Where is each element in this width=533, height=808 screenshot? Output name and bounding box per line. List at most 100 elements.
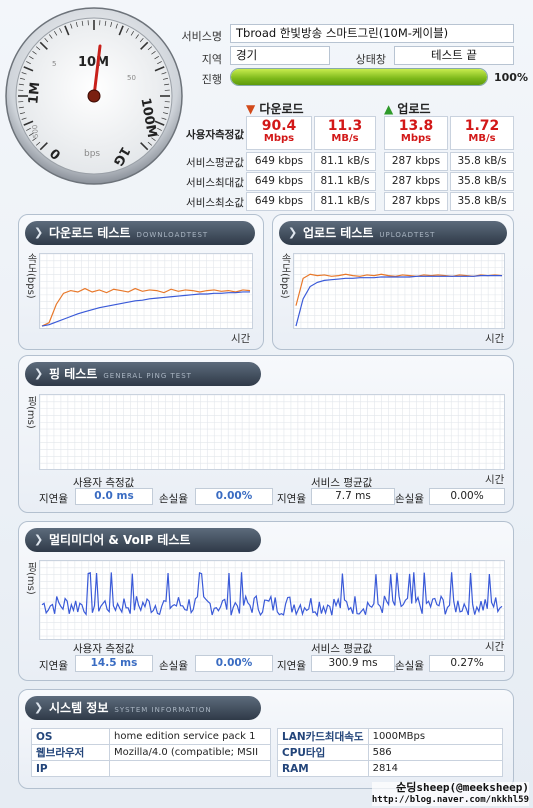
speedometer-gauge: 10M 50 100M 1G 1M 5 500 0 bps <box>5 7 183 185</box>
download-xlabel: 시간 <box>231 333 251 345</box>
avg-ul-kbs: 35.8 kB/s <box>450 152 514 171</box>
chevron-right-icon: ❯ <box>34 367 44 380</box>
user-row-label: 사용자측정값 <box>186 129 244 141</box>
upload-header-label: 업로드 <box>397 102 431 116</box>
upload-test-panel: ❯ 업로드 테스트 UPLOADTEST 속도(bps) 시간 <box>272 214 514 350</box>
cpu-value: 586 <box>367 744 504 761</box>
mm-user-latency-value: 14.5 ms <box>75 655 153 672</box>
upload-ylabel: 속도(bps) <box>279 253 290 299</box>
watermark-line1: 순딩sheep(@meeksheep) <box>371 782 529 794</box>
ip-label: IP <box>31 760 110 777</box>
min-row-label: 서비스최소값 <box>186 197 244 209</box>
user-dl-mbps: 90.4 Mbps <box>246 116 312 150</box>
speed-test-window: 10M 50 100M 1G 1M 5 500 0 bps 서비스명 Tbroa… <box>0 0 533 808</box>
user-ul-mbps-unit: Mbps <box>400 133 432 144</box>
avg-dl-kbs: 81.1 kB/s <box>314 152 376 171</box>
gauge-label-1m: 1M <box>26 81 43 104</box>
progress-percent: 100% <box>494 71 528 84</box>
download-test-title-text: 다운로드 테스트 <box>49 226 131 240</box>
ram-row: RAM 2814 <box>277 760 504 777</box>
ping-test-subtitle: GENERAL PING TEST <box>103 372 192 380</box>
region-label: 지역 <box>201 53 222 66</box>
ping-service-loss-value: 0.00% <box>429 488 505 505</box>
user-ul-mbs-value: 1.72 <box>464 118 500 134</box>
mm-user-header: 사용자 측정값 <box>73 643 135 655</box>
system-info-title-text: 시스템 정보 <box>49 701 109 715</box>
min-ul-kbs: 35.8 kB/s <box>450 192 514 211</box>
multimedia-ylabel: 핑(ms) <box>25 562 36 595</box>
ping-xlabel: 시간 <box>485 474 505 486</box>
browser-label: 웹브라우저 <box>31 744 110 761</box>
cpu-row: CPU타입 586 <box>277 744 504 761</box>
os-row: OS home edition service pack 1 <box>31 728 271 745</box>
service-name-field: Tbroad 한빛방송 스마트그린(10M-케이블) <box>230 24 514 43</box>
status-label: 상태창 <box>355 53 386 66</box>
download-header: ▼ 다운로드 <box>246 100 304 117</box>
ram-value: 2814 <box>367 760 504 777</box>
chevron-right-icon: ❯ <box>34 226 44 239</box>
upload-test-subtitle: UPLOADTEST <box>379 231 436 239</box>
system-info-panel: ❯ 시스템 정보 SYSTEM INFORMATION OS home edition… <box>18 689 514 789</box>
status-field: 테스트 끝 <box>394 46 514 65</box>
download-ylabel: 속도(bps) <box>25 253 36 299</box>
gauge-label-50: 50 <box>127 74 136 82</box>
user-dl-mbs: 11.3 MB/s <box>314 116 376 150</box>
download-arrow-icon: ▼ <box>246 102 256 116</box>
lan-label: LAN카드최대속도 <box>277 728 369 745</box>
mm-service-latency-value: 300.9 ms <box>311 655 395 672</box>
ip-row: IP <box>31 760 271 777</box>
service-name-label: 서비스명 <box>181 30 222 43</box>
gauge-hub <box>87 89 101 103</box>
ping-test-title: ❯ 핑 테스트 GENERAL PING TEST <box>25 362 261 386</box>
max-ul-kbps: 287 kbps <box>384 172 448 191</box>
avg-dl-kbps: 649 kbps <box>246 152 312 171</box>
user-dl-mbs-value: 11.3 <box>327 118 363 134</box>
ping-test-panel: ❯ 핑 테스트 GENERAL PING TEST 핑(ms) 시간 사용자 측정값… <box>18 355 514 513</box>
max-dl-kbs: 81.1 kB/s <box>314 172 376 191</box>
os-value: home edition service pack 1 <box>109 728 271 745</box>
mm-service-latency-label: 지연율 <box>277 660 306 672</box>
user-dl-mbps-unit: Mbps <box>263 133 295 144</box>
ping-chart <box>39 394 505 470</box>
gauge-label-500: 500 <box>31 124 40 138</box>
multimedia-voip-title-text: 멀티미디어 & VoIP 테스트 <box>49 533 191 547</box>
ping-test-title-text: 핑 테스트 <box>49 367 98 381</box>
gauge-label-10m: 10M <box>78 55 109 70</box>
mm-user-loss-value: 0.00% <box>195 655 273 672</box>
os-label: OS <box>31 728 110 745</box>
upload-arrow-icon: ▲ <box>384 102 394 116</box>
multimedia-voip-panel: ❯ 멀티미디어 & VoIP 테스트 핑(ms) 시간 사용자 측정값 서비스 평… <box>18 521 514 681</box>
upload-test-title-text: 업로드 테스트 <box>303 226 374 240</box>
browser-row: 웹브라우저 Mozilla/4.0 (compatible; MSII <box>31 744 271 761</box>
mm-user-loss-label: 손실율 <box>159 660 188 672</box>
download-test-title: ❯ 다운로드 테스트 DOWNLOADTEST <box>25 221 255 245</box>
download-average-line <box>41 291 251 327</box>
upload-chart <box>293 253 505 329</box>
download-test-subtitle: DOWNLOADTEST <box>136 231 209 239</box>
upload-average-line <box>295 275 503 327</box>
chevron-right-icon: ❯ <box>34 533 44 546</box>
progress-fill <box>231 69 487 85</box>
max-dl-kbps: 649 kbps <box>246 172 312 191</box>
min-dl-kbs: 81.1 kB/s <box>314 192 376 211</box>
system-info-title: ❯ 시스템 정보 SYSTEM INFORMATION <box>25 696 261 720</box>
ip-value <box>109 760 271 777</box>
user-ul-mbps-value: 13.8 <box>398 118 434 134</box>
avg-ul-kbps: 287 kbps <box>384 152 448 171</box>
max-ul-kbs: 35.8 kB/s <box>450 172 514 191</box>
multimedia-ping-chart <box>39 560 505 640</box>
mm-service-loss-label: 손실율 <box>395 660 424 672</box>
blog-watermark: 순딩sheep(@meeksheep) http://blog.naver.co… <box>371 782 529 806</box>
multimedia-voip-title: ❯ 멀티미디어 & VoIP 테스트 <box>25 528 261 552</box>
mm-user-latency-label: 지연율 <box>39 660 68 672</box>
gauge-label-bps: bps <box>84 149 100 159</box>
chevron-right-icon: ❯ <box>34 701 44 714</box>
watermark-line2: http://blog.naver.com/nkkhl59 <box>371 794 529 806</box>
ping-ylabel: 핑(ms) <box>25 396 36 429</box>
user-dl-mbs-unit: MB/s <box>331 133 359 144</box>
min-dl-kbps: 649 kbps <box>246 192 312 211</box>
ping-service-loss-label: 손실율 <box>395 493 424 505</box>
gauge-label-5: 5 <box>52 60 56 68</box>
ping-user-latency-label: 지연율 <box>39 493 68 505</box>
lan-row: LAN카드최대속도 1000MBps <box>277 728 504 745</box>
